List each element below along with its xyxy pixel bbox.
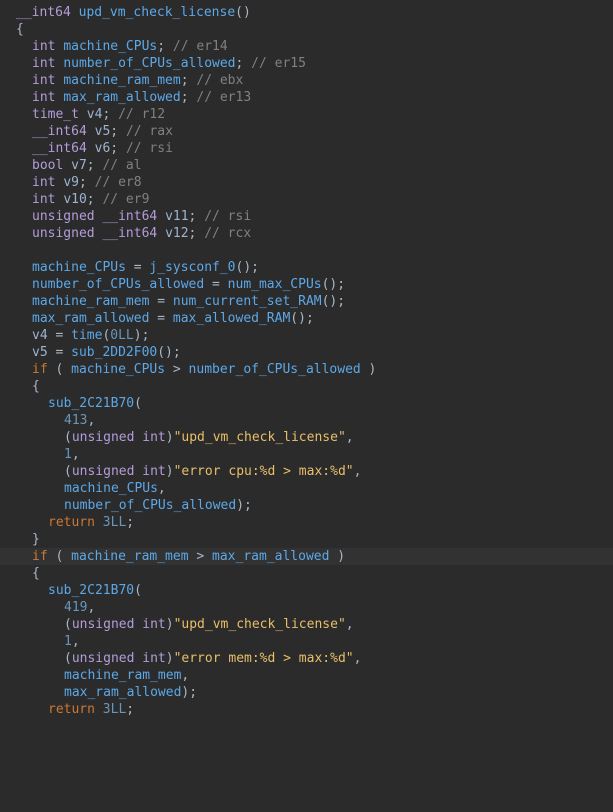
code-line: __int64 v6; // rsi	[0, 140, 613, 157]
code-line: 1,	[0, 446, 613, 463]
code-line: }	[0, 531, 613, 548]
code-line: sub_2C21B70(	[0, 395, 613, 412]
code-line: time_t v4; // r12	[0, 106, 613, 123]
code-line: (unsigned int)"error mem:%d > max:%d",	[0, 650, 613, 667]
code-line: max_ram_allowed);	[0, 684, 613, 701]
code-line: __int64 v5; // rax	[0, 123, 613, 140]
code-line: 413,	[0, 412, 613, 429]
code-line: if ( machine_CPUs > number_of_CPUs_allow…	[0, 361, 613, 378]
code-line: bool v7; // al	[0, 157, 613, 174]
code-line: unsigned __int64 v11; // rsi	[0, 208, 613, 225]
code-line: return 3LL;	[0, 701, 613, 718]
code-line: (unsigned int)"error cpu:%d > max:%d",	[0, 463, 613, 480]
code-line: v4 = time(0LL);	[0, 327, 613, 344]
code-line: unsigned __int64 v12; // rcx	[0, 225, 613, 242]
code-line: {	[0, 378, 613, 395]
code-line: machine_CPUs = j_sysconf_0();	[0, 259, 613, 276]
code-line	[0, 242, 613, 259]
code-line: 419,	[0, 599, 613, 616]
code-line: {	[0, 565, 613, 582]
code-line: return 3LL;	[0, 514, 613, 531]
code-line: max_ram_allowed = max_allowed_RAM();	[0, 310, 613, 327]
code-line: int machine_ram_mem; // ebx	[0, 72, 613, 89]
code-line: machine_ram_mem,	[0, 667, 613, 684]
function-name: upd_vm_check_license	[79, 5, 236, 20]
code-line: machine_ram_mem = num_current_set_RAM();	[0, 293, 613, 310]
code-line-current: if ( machine_ram_mem > max_ram_allowed )	[0, 548, 613, 565]
code-line: sub_2C21B70(	[0, 582, 613, 599]
code-line: __int64 upd_vm_check_license()	[0, 4, 613, 21]
code-line: 1,	[0, 633, 613, 650]
code-line: machine_CPUs,	[0, 480, 613, 497]
code-line: (unsigned int)"upd_vm_check_license",	[0, 429, 613, 446]
code-line: number_of_CPUs_allowed = num_max_CPUs();	[0, 276, 613, 293]
code-line: int max_ram_allowed; // er13	[0, 89, 613, 106]
code-line: v5 = sub_2DD2F00();	[0, 344, 613, 361]
code-line: int number_of_CPUs_allowed; // er15	[0, 55, 613, 72]
code-line: (unsigned int)"upd_vm_check_license",	[0, 616, 613, 633]
type-keyword: __int64	[16, 5, 71, 20]
code-line: {	[0, 21, 613, 38]
code-line: int v10; // er9	[0, 191, 613, 208]
code-line: int machine_CPUs; // er14	[0, 38, 613, 55]
code-line: number_of_CPUs_allowed);	[0, 497, 613, 514]
code-editor[interactable]: __int64 upd_vm_check_license() { int mac…	[0, 0, 613, 722]
code-line: int v9; // er8	[0, 174, 613, 191]
